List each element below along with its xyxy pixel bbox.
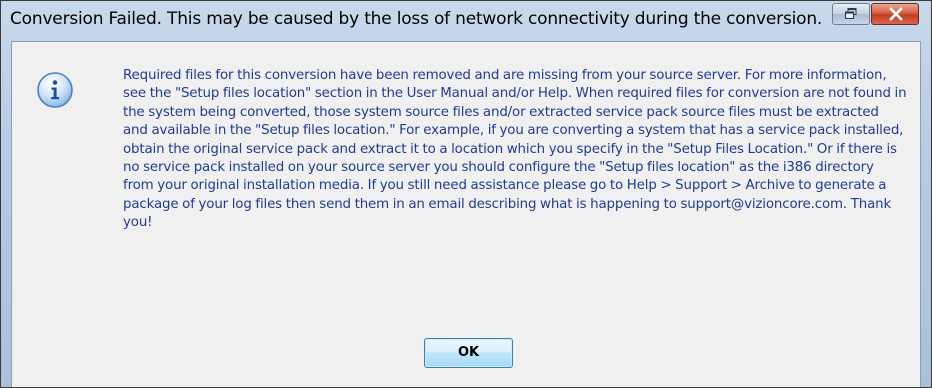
error-message: Required files for this conversion have … [123, 68, 907, 231]
conversion-failed-dialog: Conversion Failed. This may be caused by… [0, 0, 932, 388]
window-title: Conversion Failed. This may be caused by… [10, 9, 823, 29]
information-icon [37, 72, 73, 108]
restore-window-icon [845, 8, 857, 19]
dialog-content: Required files for this conversion have … [11, 41, 921, 387]
title-bar[interactable]: Conversion Failed. This may be caused by… [1, 1, 931, 41]
close-button[interactable] [871, 3, 919, 25]
close-icon [889, 7, 903, 21]
restore-button[interactable] [832, 3, 870, 25]
ok-button[interactable]: OK [424, 338, 513, 368]
